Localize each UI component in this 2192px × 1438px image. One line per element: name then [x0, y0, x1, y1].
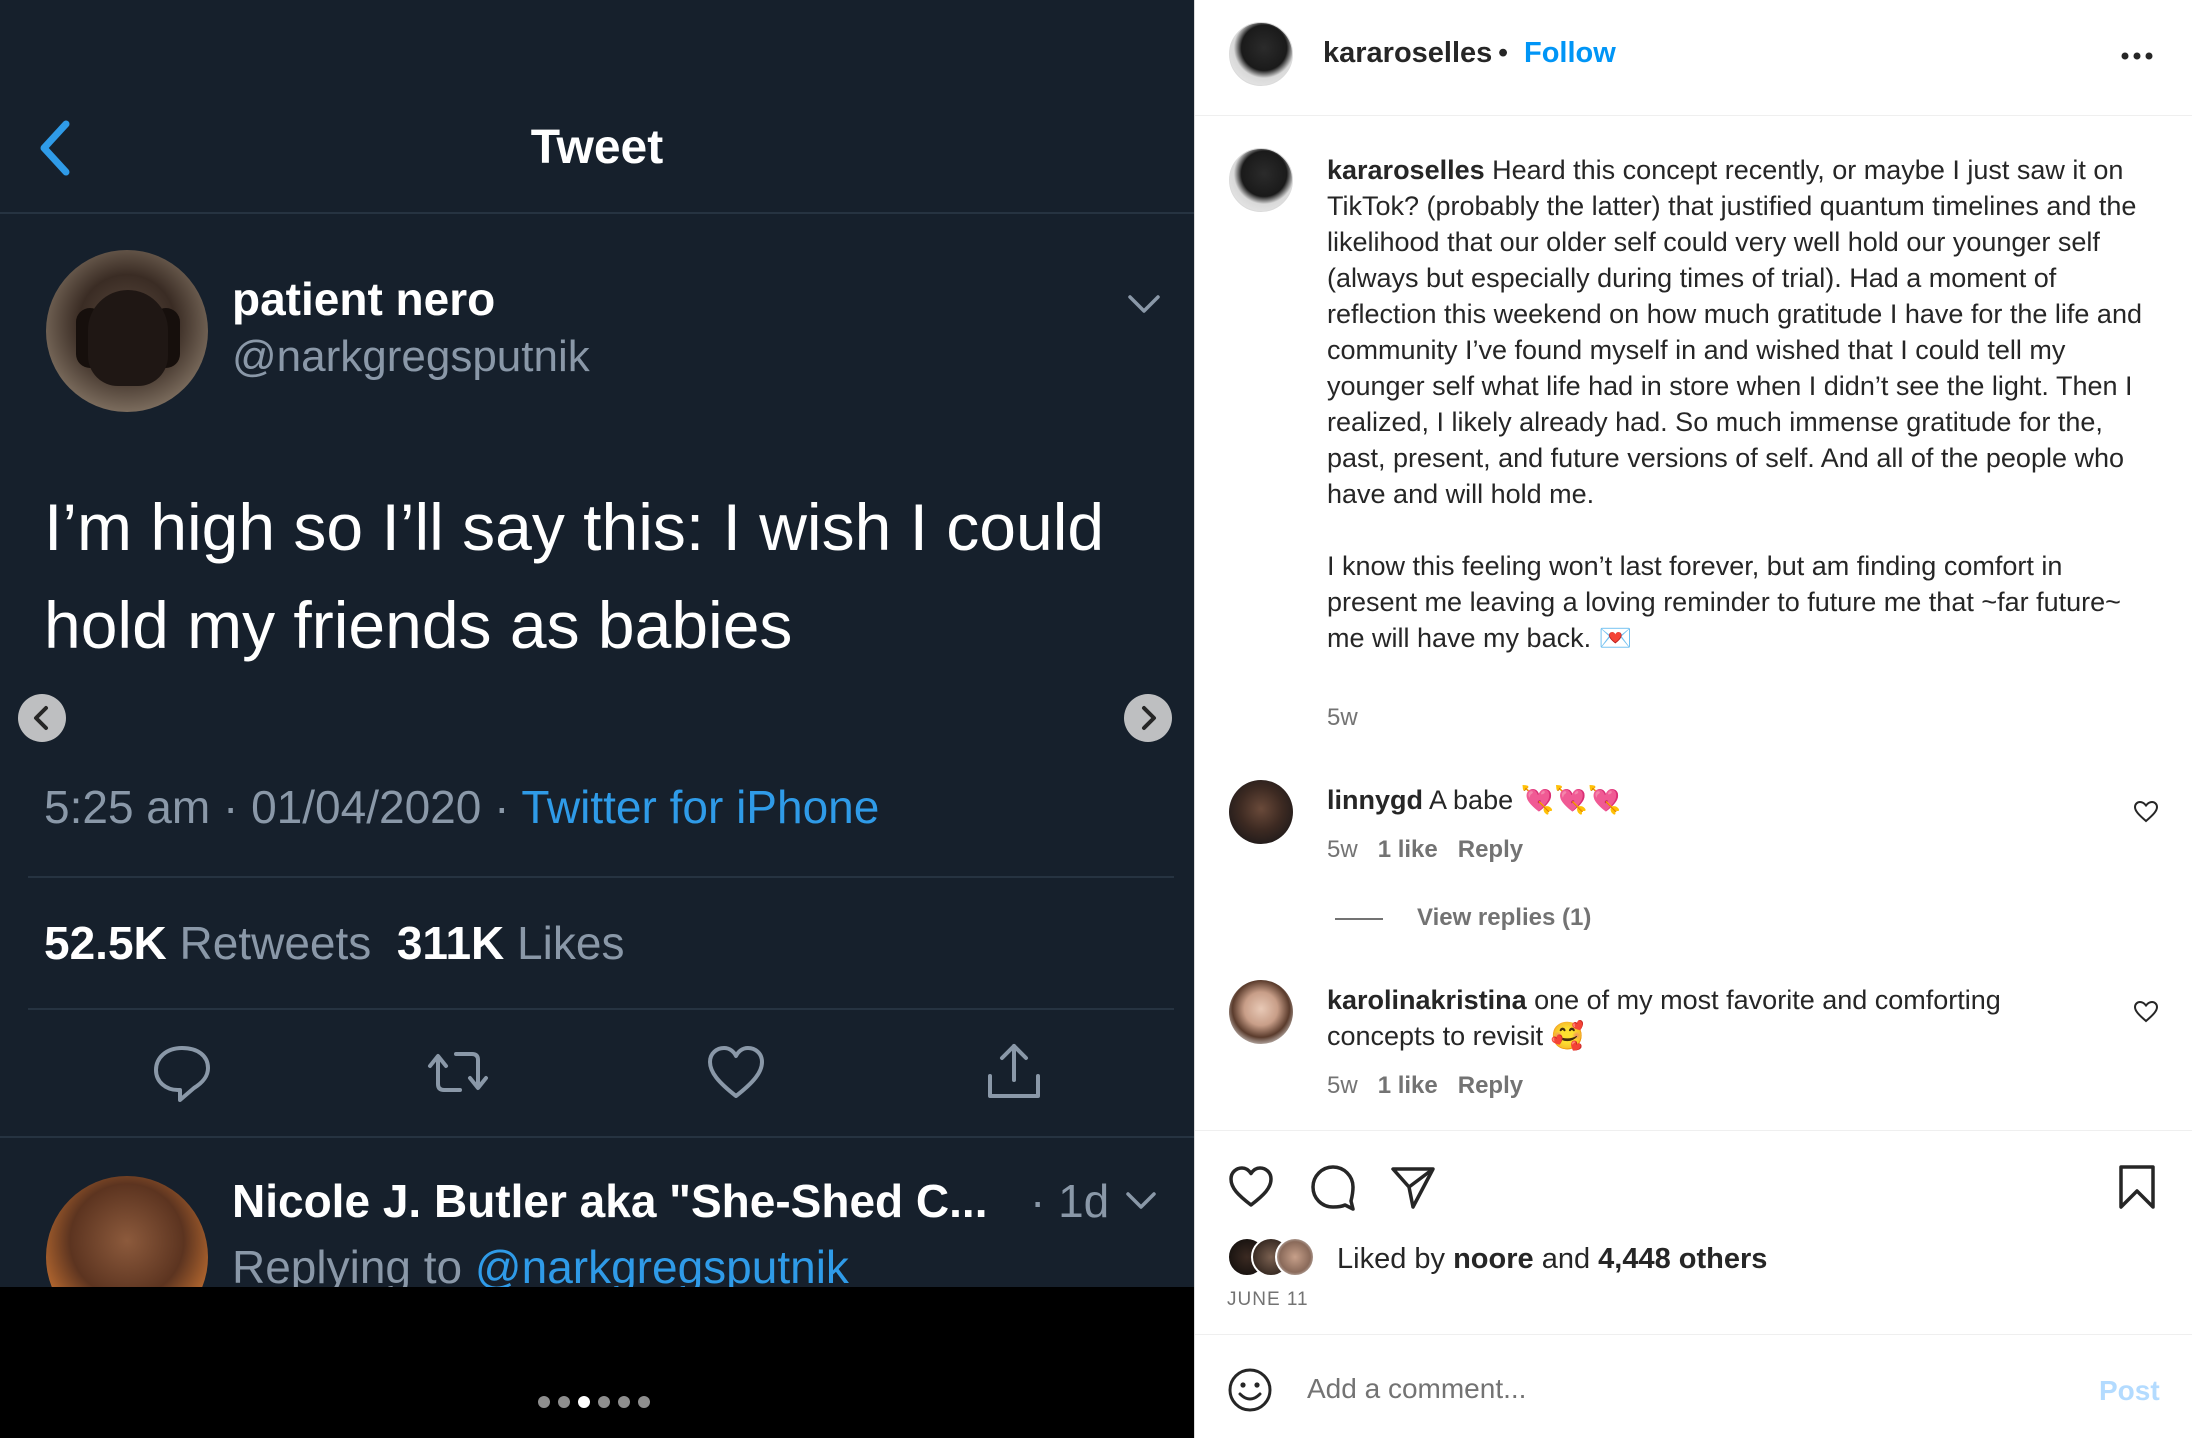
- comment-bubble-icon[interactable]: [1309, 1163, 1357, 1211]
- tweet-screenshot-image: Tweet patient nero @narkgregsputnik I’m …: [0, 0, 1194, 1287]
- author-username[interactable]: kararoselles: [1323, 37, 1492, 70]
- tweet-client-link: Twitter for iPhone: [521, 781, 880, 833]
- reply-author-name: Nicole J. Butler aka "She-Shed C...: [232, 1175, 988, 1227]
- liked-by-text[interactable]: Liked by noore and 4,448 others: [1337, 1243, 1767, 1276]
- tweet-author-name: patient nero: [232, 273, 496, 325]
- carousel-dot: [598, 1396, 610, 1408]
- reply-author-avatar: [46, 1176, 208, 1287]
- share-icon: [988, 1044, 1040, 1098]
- post-caption: kararoselles Heard this concept recently…: [1327, 152, 2157, 656]
- add-comment-bar: Post: [1195, 1334, 2192, 1438]
- post-date: JUNE 11: [1227, 1289, 1309, 1310]
- separator-dot: •: [1498, 37, 1509, 69]
- carousel-prev-button[interactable]: [18, 694, 66, 742]
- tweet-header-title: Tweet: [530, 121, 664, 174]
- replying-to: Replying to @narkgregsputnik: [232, 1241, 849, 1287]
- comment-like-heart-icon[interactable]: [2133, 800, 2159, 824]
- comment-username[interactable]: karolinakristina: [1327, 985, 1527, 1015]
- carousel-dots: [538, 1396, 650, 1410]
- add-comment-input[interactable]: [1307, 1367, 2007, 1411]
- view-replies-button[interactable]: View replies (1): [1335, 904, 1591, 932]
- caption-time: 5w: [1327, 704, 1358, 731]
- caption-author-avatar[interactable]: [1229, 148, 1293, 212]
- tweet-stats: 52.5K Retweets 311K Likes: [44, 917, 625, 969]
- post-header: kararoselles • Follow: [1195, 0, 2192, 116]
- carousel-dot: [638, 1396, 650, 1408]
- tweet-reply: Nicole J. Butler aka "She-Shed C... · 1d…: [0, 1136, 1194, 1287]
- divider: [28, 876, 1174, 878]
- comment-time: 5w: [1327, 836, 1358, 863]
- author-avatar[interactable]: [1229, 22, 1293, 86]
- post-actions: Liked by noore and 4,448 others JUNE 11: [1195, 1130, 2192, 1340]
- caption-username[interactable]: kararoselles: [1327, 155, 1485, 185]
- carousel-dot: [558, 1396, 570, 1408]
- comment-time: 5w: [1327, 1072, 1358, 1099]
- more-options-icon[interactable]: [2119, 52, 2155, 60]
- comment-meta: 5w 1 like Reply: [1327, 1072, 1523, 1100]
- carousel-dot: [618, 1396, 630, 1408]
- comment-likes[interactable]: 1 like: [1378, 836, 1438, 863]
- tweet-author-avatar: [46, 250, 208, 412]
- tweet-author-handle: @narkgregsputnik: [232, 332, 590, 381]
- chevron-right-icon: [1142, 706, 1156, 730]
- post-details-panel: kararoselles • Follow kararoselles Heard…: [1194, 0, 2192, 1438]
- reply-time: · 1d: [1030, 1175, 1110, 1227]
- liked-by-avatars[interactable]: [1227, 1237, 1337, 1279]
- comment-like-heart-icon[interactable]: [2133, 1000, 2159, 1024]
- tweet-header: Tweet: [0, 0, 1194, 214]
- post-media-carousel: Tweet patient nero @narkgregsputnik I’m …: [0, 0, 1194, 1438]
- reply-icon: [154, 1046, 210, 1102]
- emoji-smiley-icon[interactable]: [1227, 1367, 1273, 1413]
- chevron-down-icon: [1128, 295, 1160, 313]
- follow-button[interactable]: Follow: [1524, 37, 1616, 70]
- chevron-down-icon: [1126, 1192, 1156, 1209]
- divider: [28, 1008, 1174, 1010]
- commenter-avatar[interactable]: [1229, 980, 1293, 1044]
- comment-likes[interactable]: 1 like: [1378, 1072, 1438, 1099]
- save-bookmark-icon[interactable]: [2113, 1163, 2161, 1211]
- caption-text: Heard this concept recently, or maybe I …: [1327, 155, 2142, 653]
- comment-reply-button[interactable]: Reply: [1458, 836, 1523, 863]
- post-comment-button[interactable]: Post: [2099, 1375, 2160, 1407]
- carousel-dot: [578, 1396, 590, 1408]
- tweet-timestamp: 5:25 am · 01/04/2020 · Twitter for iPhon…: [44, 781, 880, 833]
- liked-by-others[interactable]: 4,448 others: [1598, 1243, 1767, 1275]
- comment-text: karolinakristina one of my most favorite…: [1327, 985, 2001, 1051]
- like-heart-icon[interactable]: [1227, 1163, 1275, 1211]
- carousel-dot: [538, 1396, 550, 1408]
- commenter-avatar[interactable]: [1229, 780, 1293, 844]
- comment-reply-button[interactable]: Reply: [1458, 1072, 1523, 1099]
- share-paper-plane-icon[interactable]: [1389, 1163, 1437, 1211]
- chevron-left-icon: [34, 706, 48, 730]
- retweet-icon: [428, 1052, 488, 1092]
- like-heart-icon: [708, 1046, 764, 1098]
- liked-by-user[interactable]: noore: [1453, 1243, 1534, 1275]
- comment-text: linnygd A babe 💘💘💘: [1327, 785, 1622, 815]
- carousel-next-button[interactable]: [1124, 694, 1172, 742]
- tweet-text: I’m high so I’ll say this: I wish I coul…: [44, 490, 1105, 662]
- comment-meta: 5w 1 like Reply: [1327, 836, 1523, 864]
- comment-username[interactable]: linnygd: [1327, 785, 1423, 815]
